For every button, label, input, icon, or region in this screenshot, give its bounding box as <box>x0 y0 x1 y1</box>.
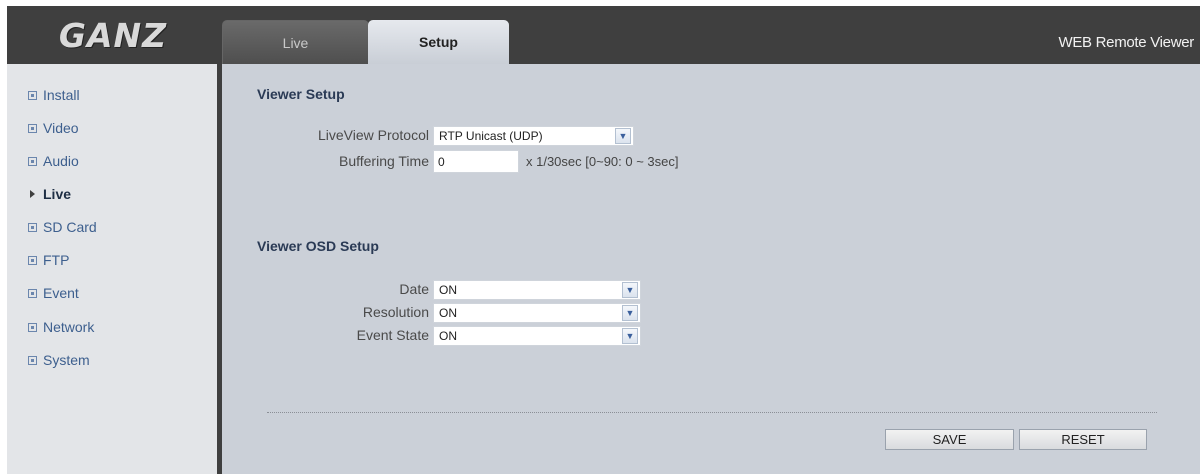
buffering-time-input[interactable] <box>433 150 519 173</box>
buffering-time-hint: x 1/30sec [0~90: 0 ~ 3sec] <box>526 154 679 169</box>
sidebar-item-sd-card[interactable]: SD Card <box>28 218 97 236</box>
bullet-icon <box>28 123 37 133</box>
main-panel: Viewer Setup LiveView Protocol RTP Unica… <box>222 64 1200 474</box>
app-title: WEB Remote Viewer <box>1058 34 1194 51</box>
sidebar-item-label: Event <box>43 285 79 301</box>
bullet-icon <box>28 90 37 100</box>
caret-right-icon <box>30 190 35 198</box>
chevron-down-icon: ▼ <box>622 282 638 298</box>
chevron-down-icon: ▼ <box>622 328 638 344</box>
tab-setup-label: Setup <box>419 34 458 50</box>
sidebar-item-ftp[interactable]: FTP <box>28 251 69 269</box>
save-button[interactable]: SAVE <box>885 429 1014 450</box>
buffering-time-label: Buffering Time <box>338 153 429 169</box>
sidebar-item-system[interactable]: System <box>28 351 90 369</box>
liveview-protocol-value: RTP Unicast (UDP) <box>439 129 543 143</box>
event-state-value: ON <box>439 329 457 343</box>
tab-live[interactable]: Live <box>222 20 369 65</box>
sidebar-item-live[interactable]: Live <box>28 185 71 203</box>
tab-live-label: Live <box>282 35 309 51</box>
bullet-icon <box>28 355 37 365</box>
sidebar-item-label: FTP <box>43 252 70 268</box>
divider <box>267 412 1157 413</box>
sidebar-item-label: SD Card <box>43 219 97 235</box>
reset-button[interactable]: RESET <box>1019 429 1147 450</box>
chevron-down-icon: ▼ <box>622 305 638 321</box>
date-value: ON <box>439 283 457 297</box>
brand-logo: GANZ <box>7 6 219 64</box>
event-state-label: Event State <box>356 327 429 343</box>
sidebar-item-audio[interactable]: Audio <box>28 152 79 170</box>
sidebar-item-label: System <box>43 352 90 368</box>
sidebar-item-network[interactable]: Network <box>28 318 94 336</box>
viewer-osd-setup-title: Viewer OSD Setup <box>257 238 379 254</box>
reset-button-label: RESET <box>1061 432 1105 447</box>
bullet-icon <box>28 255 37 265</box>
date-label: Date <box>399 281 429 297</box>
sidebar-item-event[interactable]: Event <box>28 284 79 302</box>
sidebar-item-label: Video <box>43 120 79 136</box>
bullet-icon <box>28 156 37 166</box>
event-state-select[interactable]: ON ▼ <box>433 326 641 346</box>
liveview-protocol-select[interactable]: RTP Unicast (UDP) ▼ <box>433 126 634 146</box>
bullet-icon <box>28 322 37 332</box>
bullet-icon <box>28 288 37 298</box>
sidebar: Install Video Audio Live SD Card FTP Eve… <box>7 64 217 474</box>
sidebar-item-label: Network <box>43 319 95 335</box>
tab-setup[interactable]: Setup <box>368 20 509 64</box>
sidebar-item-install[interactable]: Install <box>28 86 80 104</box>
bullet-icon <box>28 222 37 232</box>
viewer-setup-title: Viewer Setup <box>257 86 345 102</box>
resolution-value: ON <box>439 306 457 320</box>
sidebar-item-label: Audio <box>43 153 79 169</box>
save-button-label: SAVE <box>932 432 967 447</box>
liveview-protocol-label: LiveView Protocol <box>317 127 429 143</box>
sidebar-item-label: Live <box>43 186 72 202</box>
date-select[interactable]: ON ▼ <box>433 280 641 300</box>
sidebar-item-video[interactable]: Video <box>28 119 79 137</box>
sidebar-item-label: Install <box>43 87 80 103</box>
logo-text: GANZ <box>58 15 168 55</box>
resolution-label: Resolution <box>362 304 429 320</box>
app-frame: GANZ Live Setup WEB Remote Viewer Instal… <box>7 6 1200 474</box>
resolution-select[interactable]: ON ▼ <box>433 303 641 323</box>
chevron-down-icon: ▼ <box>615 128 631 144</box>
